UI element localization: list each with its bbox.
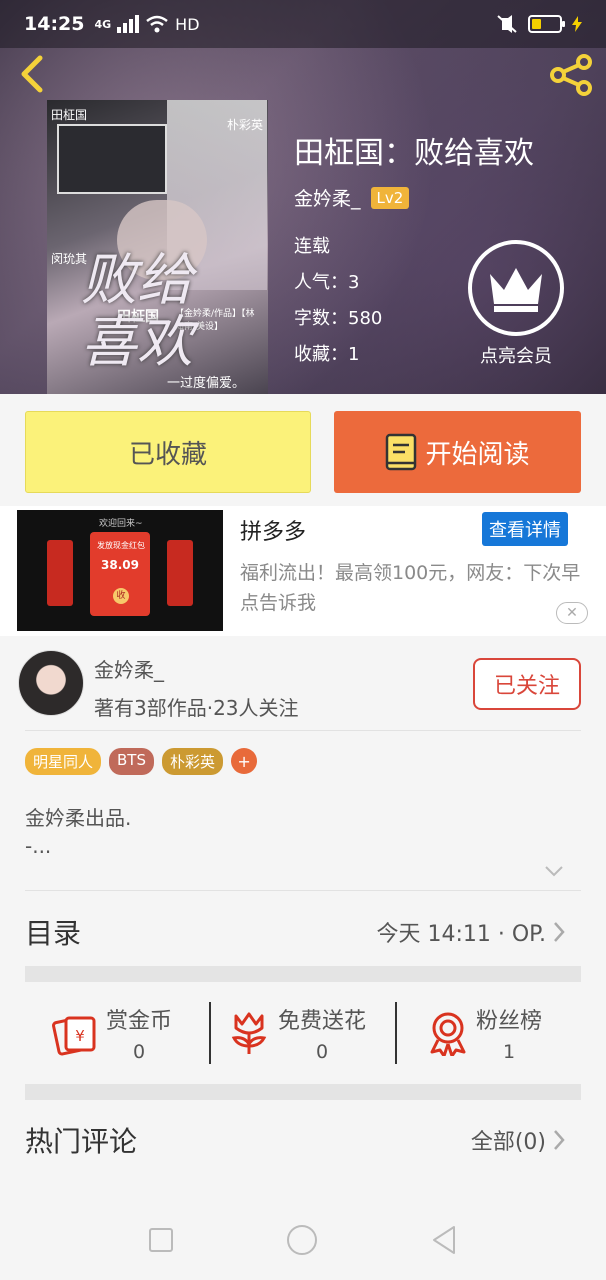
fan-ranking-button[interactable]: 粉丝榜 1	[428, 1000, 542, 1066]
tag-item[interactable]: 明星同人	[25, 748, 102, 775]
back-nav-icon[interactable]	[430, 1225, 458, 1255]
avatar[interactable]	[18, 650, 84, 716]
ad-close-button[interactable]: ✕	[556, 602, 588, 624]
status-right	[496, 14, 582, 34]
ad-image-sub: 发放现金红包	[97, 541, 145, 550]
send-flower-button[interactable]: 免费送花 0	[228, 1000, 366, 1066]
system-nav-bar	[0, 1200, 606, 1280]
ad-image[interactable]: 欢迎回来~ 发放现金红包 38.09 收	[17, 510, 223, 631]
tag-item[interactable]: BTS	[109, 748, 154, 775]
all-comments-link[interactable]: 全部(0)	[471, 1124, 566, 1156]
author-panel[interactable]: 金妗柔_ 著有3部作品·23人关注 已关注	[0, 636, 606, 732]
charging-icon	[572, 16, 582, 32]
ad-detail-button[interactable]: 查看详情	[482, 512, 568, 546]
start-reading-label: 开始阅读	[425, 439, 530, 470]
tag-item[interactable]: 朴彩英	[162, 748, 224, 775]
stat-label: 赏金币	[106, 1009, 173, 1034]
chevron-right-icon	[554, 922, 565, 942]
cover-title: 败给喜欢	[81, 248, 193, 375]
status-bar: 14:25 4G HD	[0, 0, 606, 48]
catalog-title[interactable]: 目录	[25, 912, 81, 952]
divider	[25, 890, 581, 891]
vip-button[interactable]: 点亮会员	[466, 240, 566, 368]
description-line-2: -...	[25, 834, 52, 858]
follow-button[interactable]: 已关注	[473, 658, 581, 710]
wifi-icon	[146, 15, 168, 33]
popularity: 人气：3	[294, 272, 360, 293]
chevron-left-icon	[21, 55, 43, 93]
collected-button[interactable]: 已收藏	[25, 411, 311, 493]
ad-title: 拼多多	[240, 520, 307, 545]
red-envelope-icon: ¥	[52, 1016, 96, 1056]
section-separator	[25, 966, 581, 982]
share-button[interactable]	[548, 52, 594, 98]
network-type: 4G	[94, 17, 112, 31]
back-button[interactable]	[14, 52, 54, 96]
reward-coins-button[interactable]: ¥ 赏金币 0	[52, 1000, 172, 1066]
cover-tagline: 一过度偏爱。	[167, 376, 246, 391]
catalog-latest[interactable]: 今天 14:11 · OP.	[376, 916, 566, 948]
crown-icon	[468, 240, 564, 336]
catalog-latest-text: 今天 14:11 · OP.	[376, 922, 546, 947]
book-header: 14:25 4G HD 田柾国 朴彩英 闵玧其 田柾国 【金妗柔/作品】【林知南…	[0, 0, 606, 394]
stat-value: 1	[502, 1041, 516, 1063]
recents-icon[interactable]	[148, 1227, 174, 1253]
divider	[25, 730, 581, 731]
home-icon[interactable]	[286, 1224, 318, 1256]
stat-value: 0	[132, 1041, 146, 1063]
mute-icon	[497, 15, 517, 33]
signal-icon	[117, 15, 140, 33]
ad-image-header: 欢迎回来~	[99, 519, 143, 529]
author-name[interactable]: 金妗柔_	[294, 184, 361, 211]
tag-list: 明星同人 BTS 朴彩英 +	[25, 748, 258, 775]
author-panel-name: 金妗柔_	[94, 658, 164, 682]
medal-icon	[430, 1012, 466, 1056]
ad-description: 福利流出！最高领100元，网友：下次早点告诉我	[240, 562, 581, 614]
hd-indicator: HD	[175, 14, 200, 34]
add-tag-button[interactable]: +	[231, 748, 258, 774]
collection-count: 收藏：1	[294, 344, 360, 365]
level-badge: Lv2	[370, 186, 410, 209]
vip-label: 点亮会员	[480, 346, 552, 367]
book-cover[interactable]: 田柾国 朴彩英 闵玧其 田柾国 【金妗柔/作品】【林知南/美设】 败给喜欢 一过…	[47, 100, 268, 394]
hot-comments-title: 热门评论	[25, 1125, 138, 1158]
battery-icon	[528, 15, 565, 33]
ad-banner[interactable]: 欢迎回来~ 发放现金红包 38.09 收 拼多多 查看详情 福利流出！最高领10…	[0, 506, 606, 636]
status-time: 14:25	[24, 13, 85, 35]
section-separator	[25, 1084, 581, 1100]
ad-image-amount: 38.09	[101, 558, 139, 572]
stat-value: 0	[315, 1041, 329, 1063]
stat-label: 免费送花	[278, 1009, 367, 1034]
svg-text:¥: ¥	[75, 1027, 85, 1045]
cover-name-2: 朴彩英	[227, 118, 264, 132]
book-icon	[386, 433, 417, 471]
book-title: 田柾国：败给喜欢	[294, 136, 534, 171]
stat-label: 粉丝榜	[476, 1009, 543, 1034]
network-indicator: 4G HD	[94, 15, 199, 34]
serial-status: 连载	[294, 236, 330, 257]
description-line-1: 金妗柔出品.	[25, 806, 132, 830]
all-comments-text: 全部(0)	[470, 1130, 546, 1155]
flower-icon	[231, 1012, 267, 1054]
divider	[209, 1002, 211, 1064]
author-row: 金妗柔_ Lv2	[294, 184, 410, 211]
chevron-down-icon[interactable]	[544, 864, 564, 878]
cover-name-1: 田柾国	[51, 108, 88, 122]
ad-image-button: 收	[113, 588, 129, 604]
chevron-right-icon	[554, 1130, 565, 1150]
author-panel-stats: 著有3部作品·23人关注	[94, 696, 299, 720]
word-count: 字数：580	[294, 308, 383, 329]
start-reading-button[interactable]: 开始阅读	[334, 411, 581, 493]
divider	[395, 1002, 397, 1064]
share-icon	[550, 54, 592, 96]
book-description: 金妗柔出品. -...	[25, 804, 131, 860]
